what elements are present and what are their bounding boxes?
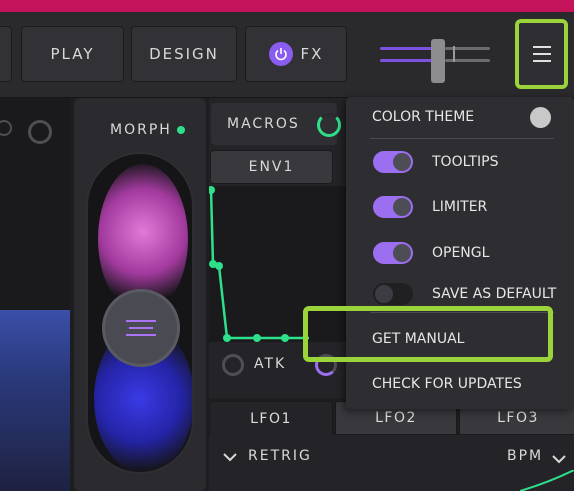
bpm-dropdown[interactable] — [551, 450, 567, 469]
chevron-down-icon — [223, 453, 237, 462]
macros-label: MACROS — [227, 116, 300, 132]
volume-slider-top[interactable] — [380, 47, 436, 50]
opengl-toggle[interactable] — [373, 242, 413, 264]
tab-play-label: PLAY — [50, 45, 95, 63]
top-strip — [0, 0, 574, 12]
macros-knob[interactable] — [317, 113, 341, 137]
menu-check-for-updates[interactable]: CHECK FOR UPDATES — [372, 376, 522, 392]
save-as-default-toggle[interactable] — [373, 283, 413, 305]
menu-save-as-default: SAVE AS DEFAULT — [432, 286, 557, 302]
oscillator-knob[interactable] — [28, 120, 52, 144]
morph-handle[interactable] — [102, 289, 180, 367]
volume-slider-top-rest — [445, 47, 490, 50]
tab-lfo1[interactable]: LFO1 — [209, 401, 333, 435]
menu-opengl: OPENGL — [432, 245, 490, 261]
waveform-display — [0, 310, 70, 491]
env1-label: ENV1 — [248, 159, 295, 175]
menu-tooltips: TOOLTIPS — [432, 154, 499, 170]
tab-design-label: DESIGN — [149, 45, 219, 63]
header-bar: PLAY DESIGN FX — [0, 12, 574, 98]
volume-level-marker — [453, 46, 455, 62]
retrig-label: RETRIG — [248, 448, 312, 464]
attack-knob[interactable] — [222, 354, 244, 376]
morph-indicator — [177, 126, 185, 134]
menu-divider — [370, 138, 554, 139]
tab-design[interactable]: DESIGN — [131, 26, 237, 82]
limiter-toggle[interactable] — [373, 196, 413, 218]
menu-color-theme[interactable]: COLOR THEME — [372, 109, 474, 125]
attack-label: ATK — [254, 356, 287, 372]
tab-fx[interactable]: FX — [245, 26, 347, 82]
hidden-tab[interactable] — [0, 26, 12, 82]
volume-slider-bottom-rest — [445, 59, 490, 62]
volume-slider-bottom[interactable] — [380, 59, 436, 62]
hamburger-menu-icon[interactable] — [515, 19, 568, 89]
bpm-label: BPM — [507, 448, 544, 464]
color-theme-swatch[interactable] — [530, 107, 551, 128]
tab-env1[interactable]: ENV1 — [210, 150, 333, 184]
tab-play[interactable]: PLAY — [21, 26, 124, 82]
lfo-curve — [520, 470, 574, 491]
volume-slider-handle[interactable] — [431, 39, 445, 83]
morph-label: MORPH — [110, 122, 172, 138]
lfo3-label: LFO3 — [497, 410, 539, 426]
lfo2-label: LFO2 — [375, 410, 417, 426]
retrig-dropdown[interactable] — [222, 448, 238, 467]
power-icon[interactable] — [268, 42, 293, 66]
chevron-down-icon — [552, 455, 566, 464]
tab-fx-label: FX — [300, 45, 324, 63]
menu-limiter: LIMITER — [432, 199, 488, 215]
get-manual-highlight — [303, 306, 553, 362]
lfo1-label: LFO1 — [250, 410, 292, 427]
tooltips-toggle[interactable] — [373, 151, 413, 173]
